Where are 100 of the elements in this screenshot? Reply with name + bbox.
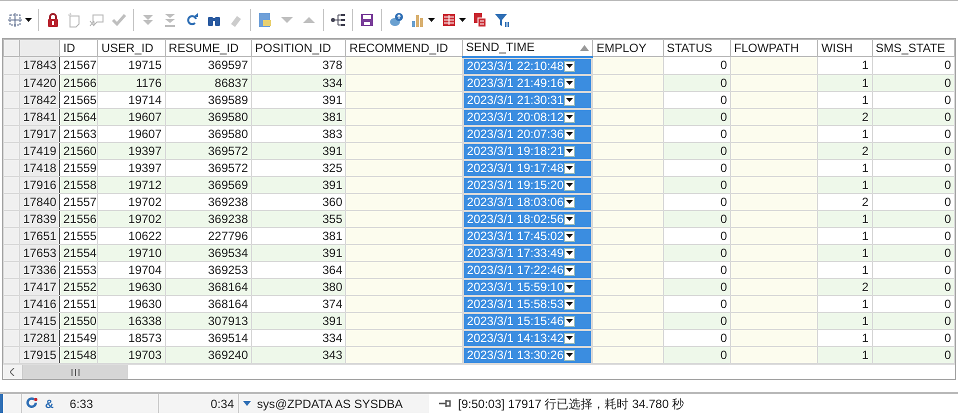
table-cell: 1	[818, 210, 872, 228]
row-number[interactable]: 17841	[20, 108, 60, 126]
row-number[interactable]: 17416	[20, 296, 60, 312]
row-number[interactable]: 17419	[20, 142, 60, 160]
dropdown-button[interactable]	[564, 282, 575, 292]
column-header[interactable]: ID	[60, 40, 98, 56]
dropdown-button[interactable]	[564, 298, 575, 310]
caret-icon	[566, 200, 573, 204]
table-cell: 19710	[98, 244, 166, 262]
export-icon	[388, 12, 404, 28]
column-header[interactable]: EMPLOY	[592, 40, 664, 56]
dropdown-button[interactable]	[564, 146, 575, 156]
table-cell: 0	[663, 74, 730, 92]
row-number[interactable]: 17916	[20, 176, 60, 194]
table-cell: 0	[663, 278, 730, 296]
table-cell: 86837	[165, 74, 252, 92]
caret-icon	[566, 234, 573, 238]
column-header[interactable]: FLOWPATH	[730, 40, 818, 56]
table-cell: 1	[818, 346, 872, 364]
table-cell: 19712	[98, 176, 166, 194]
session-label: sys@ZPDATA AS SYSDBA	[257, 396, 403, 412]
caret-icon	[566, 183, 573, 187]
table-cell: 0	[872, 74, 954, 92]
row-number[interactable]: 17417	[20, 278, 60, 296]
dropdown-button[interactable]	[564, 60, 575, 72]
table-cell: 21554	[60, 244, 98, 262]
refresh-icon	[184, 12, 200, 28]
table-cell: 355	[252, 210, 346, 228]
table-cell: 1	[818, 74, 872, 92]
column-header[interactable]: USER_ID	[98, 40, 166, 56]
column-header[interactable]: SMS_STATE	[872, 40, 954, 56]
table-cell: 391	[252, 142, 346, 160]
table-cell: 2023/3/1 19:15:20	[466, 178, 564, 192]
dropdown-button[interactable]	[564, 264, 575, 276]
caret-icon	[566, 336, 573, 340]
dropdown-button[interactable]	[564, 332, 575, 344]
table-cell: 1	[818, 312, 872, 330]
scroll-left-button[interactable]	[3, 365, 23, 379]
table-cell: 2	[818, 278, 872, 296]
dropdown-button[interactable]	[564, 78, 575, 88]
row-number[interactable]: 17842	[20, 92, 60, 108]
dropdown-button[interactable]	[564, 128, 575, 140]
table-cell: 0	[663, 312, 730, 330]
table-cell: 369572	[165, 142, 252, 160]
table-cell: 0	[872, 210, 954, 228]
caret-icon	[566, 98, 573, 102]
table-cell: 0	[872, 312, 954, 330]
column-header[interactable]: RESUME_ID	[165, 40, 252, 56]
column-header[interactable]: SEND_TIME	[462, 40, 593, 56]
table-cell: 369569	[165, 176, 252, 194]
table-cell: 2023/3/1 19:18:21	[466, 144, 564, 158]
row-number[interactable]: 17839	[20, 210, 60, 228]
dropdown-button[interactable]	[564, 196, 575, 208]
column-header[interactable]: WISH	[818, 40, 872, 56]
table-cell: 369238	[165, 210, 252, 228]
save-icon	[359, 12, 375, 28]
caret-icon	[566, 132, 573, 136]
scrollbar-thumb[interactable]	[23, 365, 128, 379]
dropdown-button[interactable]	[564, 230, 575, 242]
caret-icon	[566, 64, 573, 68]
table-cell: 307913	[165, 312, 252, 330]
row-number[interactable]: 17653	[20, 244, 60, 262]
row-number[interactable]: 17651	[20, 228, 60, 244]
row-number[interactable]: 17917	[20, 126, 60, 142]
table-cell: 19630	[98, 278, 166, 296]
delete-record-icon	[89, 12, 105, 28]
table-cell: 19703	[98, 346, 166, 364]
dropdown-button[interactable]	[564, 316, 575, 326]
table-cell: 0	[872, 346, 954, 364]
table-cell: 21564	[60, 108, 98, 126]
column-header[interactable]: POSITION_ID	[252, 40, 346, 56]
table-cell: 369534	[165, 244, 252, 262]
table-cell: 2023/3/1 13:30:26	[466, 348, 564, 362]
row-number[interactable]: 17281	[20, 330, 60, 346]
row-number[interactable]: 17336	[20, 262, 60, 278]
dropdown-button[interactable]	[564, 180, 575, 190]
dropdown-button[interactable]	[564, 112, 575, 122]
table-cell: 2023/3/1 18:03:06	[466, 194, 564, 210]
caret-icon	[566, 217, 573, 221]
column-header[interactable]: STATUS	[663, 40, 730, 56]
dropdown-button[interactable]	[564, 214, 575, 224]
filter-icon	[494, 12, 510, 28]
dropdown-button[interactable]	[564, 248, 575, 258]
row-number[interactable]: 17843	[20, 56, 60, 74]
sort-ascending-icon	[580, 45, 590, 52]
table-cell: 2023/3/1 21:30:31	[466, 92, 564, 108]
dropdown-button[interactable]	[564, 350, 575, 360]
row-number[interactable]: 17840	[20, 194, 60, 210]
row-number[interactable]: 17415	[20, 312, 60, 330]
caret-icon	[566, 285, 573, 289]
row-number[interactable]: 17418	[20, 160, 60, 176]
row-number[interactable]: 17420	[20, 74, 60, 92]
table-cell: 2023/3/1 15:58:53	[466, 296, 564, 312]
dropdown-button[interactable]	[564, 162, 575, 174]
caret-icon	[566, 166, 573, 170]
table-cell: 2023/3/1 14:13:42	[466, 330, 564, 346]
row-number[interactable]: 17915	[20, 346, 60, 364]
table-cell: 2023/3/1 18:02:56	[466, 212, 564, 226]
dropdown-button[interactable]	[564, 94, 575, 106]
column-header[interactable]: RECOMMEND_ID	[346, 40, 462, 56]
